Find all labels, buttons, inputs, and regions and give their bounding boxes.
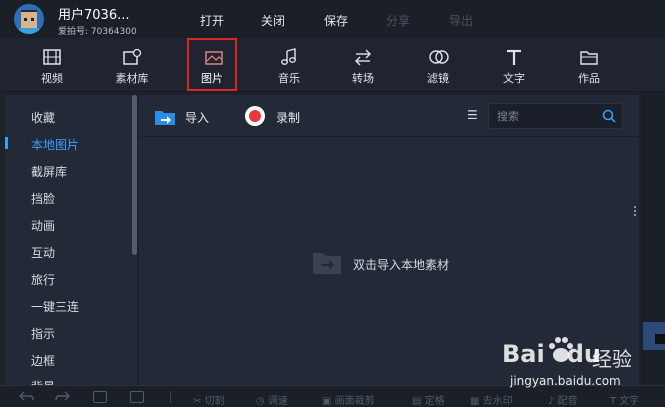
text-label: 文字 bbox=[619, 396, 640, 407]
record-icon[interactable] bbox=[245, 106, 265, 126]
search-icon[interactable] bbox=[602, 109, 616, 123]
speed-button[interactable]: ◷ 调速 bbox=[256, 392, 288, 407]
sort-icon[interactable]: ☰ bbox=[467, 108, 478, 122]
preview-edge bbox=[643, 322, 665, 350]
avatar-shirt bbox=[19, 28, 39, 34]
username[interactable]: 用户7036... bbox=[58, 4, 129, 23]
sidebar-item-travel[interactable]: 旅行 bbox=[31, 271, 55, 288]
transition-arrows-icon bbox=[355, 49, 371, 66]
avatar-eye bbox=[24, 18, 27, 21]
watermark-cn: 经验 bbox=[592, 347, 632, 371]
sidebar-item-interaction[interactable]: 互动 bbox=[31, 244, 55, 261]
crop-label: 画面裁剪 bbox=[334, 396, 375, 407]
record-button[interactable]: 录制 bbox=[276, 109, 300, 126]
filter-circles-icon bbox=[429, 50, 449, 64]
menu-save[interactable]: 保存 bbox=[324, 12, 348, 29]
panel-header: 导入 录制 ☰ bbox=[139, 95, 639, 137]
dubbing-label: 配音 bbox=[557, 396, 578, 407]
tool-filter-label: 滤镜 bbox=[427, 72, 449, 85]
search-input[interactable] bbox=[497, 108, 597, 124]
sidebar-item-border[interactable]: 边框 bbox=[31, 352, 55, 369]
tool-works[interactable]: 作品 bbox=[557, 38, 621, 92]
split-icon[interactable] bbox=[130, 391, 144, 403]
speed-label: 调速 bbox=[267, 396, 288, 407]
remove-watermark-label: 去水印 bbox=[482, 396, 513, 407]
tool-music[interactable]: 音乐 bbox=[257, 38, 321, 92]
remove-watermark-button[interactable]: ▦ 去水印 bbox=[470, 392, 513, 407]
redo-icon[interactable] bbox=[55, 390, 71, 404]
image-icon bbox=[205, 51, 223, 65]
menu-share[interactable]: 分享 bbox=[386, 12, 410, 29]
music-note-icon bbox=[281, 48, 296, 65]
tool-material-library-label: 素材库 bbox=[115, 72, 149, 85]
tool-works-label: 作品 bbox=[578, 72, 600, 85]
tool-text-label: 文字 bbox=[503, 72, 525, 85]
tool-material-library[interactable]: 素材库 bbox=[100, 38, 164, 92]
user-id: 爱拍号: 70364300 bbox=[58, 27, 137, 37]
import-local-folder-icon[interactable] bbox=[312, 251, 342, 275]
tool-music-label: 音乐 bbox=[278, 72, 300, 85]
freeze-button[interactable]: ▤ 定格 bbox=[412, 392, 445, 407]
crop-button[interactable]: ▣ 画面裁剪 bbox=[322, 392, 375, 407]
menu-export[interactable]: 导出 bbox=[449, 12, 473, 29]
sidebar-item-face-cover[interactable]: 挡脸 bbox=[31, 190, 55, 207]
dubbing-button[interactable]: ♪ 配音 bbox=[548, 392, 578, 407]
delete-icon[interactable] bbox=[93, 391, 107, 403]
folder-icon bbox=[580, 51, 598, 65]
sidebar-item-screenshots[interactable]: 截屏库 bbox=[31, 163, 67, 180]
sidebar-item-local-images[interactable]: 本地图片 bbox=[31, 136, 79, 153]
divider bbox=[170, 391, 171, 403]
sidebar-item-indicator[interactable]: 指示 bbox=[31, 325, 55, 342]
undo-icon[interactable] bbox=[18, 390, 34, 404]
panel-resize-handle[interactable] bbox=[634, 206, 637, 220]
baidu-paw-icon bbox=[549, 337, 573, 362]
cut-label: 切割 bbox=[204, 396, 225, 407]
search-box[interactable] bbox=[488, 103, 623, 129]
sidebar: 收藏 本地图片 截屏库 挡脸 动画 互动 旅行 一键三连 指示 边框 背景 bbox=[5, 95, 137, 385]
cut-button[interactable]: ✂ 切割 bbox=[193, 392, 225, 407]
tool-filter[interactable]: 滤镜 bbox=[406, 38, 470, 92]
tool-transition-label: 转场 bbox=[352, 72, 374, 85]
film-icon bbox=[43, 49, 61, 65]
avatar-eye bbox=[31, 18, 34, 21]
tool-image[interactable]: 图片 bbox=[187, 38, 237, 91]
sidebar-item-triple-combo[interactable]: 一键三连 bbox=[31, 298, 79, 315]
sidebar-item-background[interactable]: 背景 bbox=[31, 378, 55, 385]
import-folder-icon[interactable] bbox=[154, 108, 176, 126]
import-button[interactable]: 导入 bbox=[185, 109, 209, 126]
sidebar-scrollbar[interactable] bbox=[132, 95, 137, 255]
media-toolbar: 视频 素材库 图片 音乐 转场 滤镜 文字 作品 bbox=[0, 38, 665, 92]
menu-close[interactable]: 关闭 bbox=[261, 12, 285, 29]
tool-image-label: 图片 bbox=[201, 72, 223, 85]
material-library-icon bbox=[123, 48, 142, 65]
sidebar-item-favorites[interactable]: 收藏 bbox=[31, 109, 55, 126]
menu-open[interactable]: 打开 bbox=[200, 12, 224, 29]
text-button[interactable]: T 文字 bbox=[610, 392, 639, 407]
freeze-label: 定格 bbox=[424, 396, 445, 407]
sidebar-item-animation[interactable]: 动画 bbox=[31, 217, 55, 234]
edit-toolbar: ✂ 切割 ◷ 调速 ▣ 画面裁剪 ▤ 定格 ▦ 去水印 ♪ 配音 T 文字 bbox=[0, 385, 665, 407]
empty-hint[interactable]: 双击导入本地素材 bbox=[353, 256, 449, 273]
watermark-logo-text: Bai bbox=[502, 340, 545, 368]
top-bar: 用户7036... 爱拍号: 70364300 打开 关闭 保存 分享 导出 bbox=[0, 0, 665, 38]
tool-video[interactable]: 视频 bbox=[20, 38, 84, 92]
tool-video-label: 视频 bbox=[41, 72, 63, 85]
tool-text[interactable]: 文字 bbox=[482, 38, 546, 92]
active-item-marker bbox=[5, 137, 8, 149]
avatar[interactable] bbox=[14, 4, 44, 34]
watermark-url: jingyan.baidu.com bbox=[510, 374, 621, 388]
text-t-icon bbox=[507, 49, 521, 65]
tool-transition[interactable]: 转场 bbox=[331, 38, 395, 92]
